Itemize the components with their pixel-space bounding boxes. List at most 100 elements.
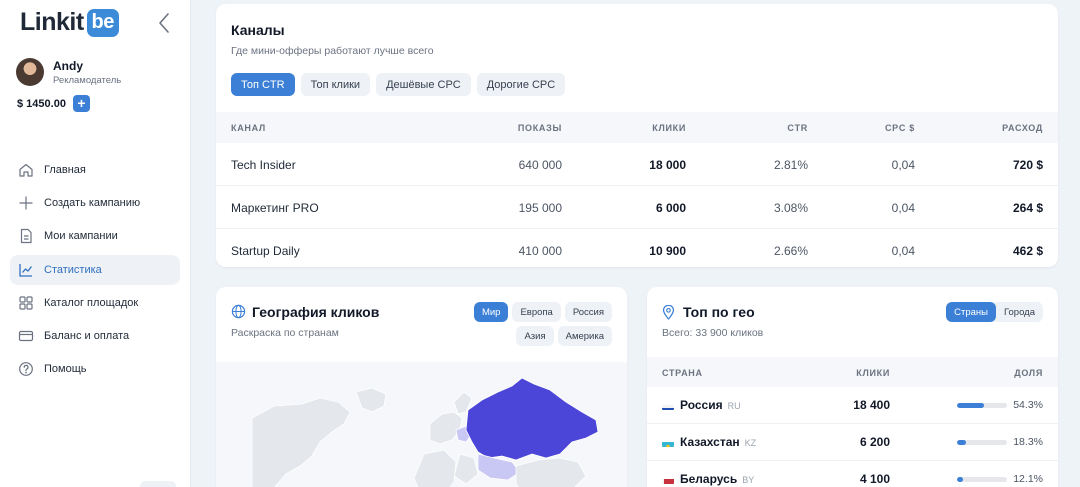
map-region-greenland[interactable] (355, 387, 387, 413)
toggle-cities[interactable]: Города (996, 302, 1043, 322)
clicks-cell: 6 000 (655, 201, 686, 215)
nav-label: Главная (44, 164, 86, 176)
nav-label: Создать кампанию (44, 197, 141, 210)
map-region-middle-east[interactable] (453, 453, 479, 485)
nav-item-help[interactable]: Помощь (10, 354, 180, 384)
toggle-countries[interactable]: Страны (946, 302, 997, 322)
plus-icon (18, 195, 34, 211)
region-tab-russia[interactable]: Россия (564, 302, 612, 322)
cpc-cell: 0,04 (891, 158, 915, 172)
country-code: BY (742, 475, 755, 485)
share-bar-fill (957, 403, 985, 408)
grid-icon (18, 295, 34, 311)
region-tab-asia[interactable]: Азия (516, 326, 554, 346)
user-profile[interactable]: Andy Рекламодатель (16, 58, 121, 86)
map-region-europe[interactable] (429, 411, 463, 445)
top-geo-table-header: СТРАНА КЛИКИ ДОЛЯ (647, 357, 1058, 387)
collapse-sidebar-icon[interactable] (156, 11, 172, 35)
nav-item-balance[interactable]: Баланс и оплата (10, 321, 180, 351)
channel-name: Startup Daily (231, 244, 300, 258)
clicks-cell: 6 200 (859, 435, 890, 449)
nav-item-home[interactable]: Главная (10, 155, 180, 185)
clicks-cell: 18 000 (649, 158, 686, 172)
tab-top-clicks[interactable]: Топ клики (300, 73, 371, 96)
tab-top-ctr[interactable]: Топ CTR (231, 73, 295, 96)
country-name-text: Казахстан (680, 435, 740, 449)
table-row[interactable]: Startup Daily 410 000 10 900 2.66% 0,04 … (216, 229, 1058, 267)
clicks-cell: 4 100 (859, 472, 890, 486)
logo[interactable]: Linkit be (20, 8, 119, 37)
column-header[interactable]: CTR (787, 123, 808, 133)
region-tab-america[interactable]: Америка (557, 326, 612, 346)
country-name: Беларусь BY (680, 472, 754, 486)
balance: $ 1450.00 + (17, 95, 90, 112)
sidebar-footer-control[interactable] (140, 481, 176, 487)
table-row[interactable]: Беларусь BY 4 100 12.1% (647, 461, 1058, 487)
country-name-text: Беларусь (680, 472, 738, 486)
nav-item-catalog[interactable]: Каталог площадок (10, 288, 180, 318)
share-cell: 18.3% (1013, 436, 1043, 448)
share-bar (957, 440, 1007, 445)
column-header[interactable]: РАСХОД (1002, 123, 1043, 133)
map-region-africa[interactable] (413, 449, 457, 487)
pin-icon (662, 305, 675, 320)
table-row[interactable]: Tech Insider 640 000 18 000 2.81% 0,04 7… (216, 143, 1058, 186)
ctr-cell: 3.08% (773, 201, 808, 215)
tab-cheap-cpc[interactable]: Дешёвые CPC (376, 73, 471, 96)
kazakhstan-flag-icon (662, 438, 674, 447)
table-row[interactable]: Маркетинг PRO 195 000 6 000 3.08% 0,04 2… (216, 186, 1058, 229)
card-icon (18, 328, 34, 344)
top-geo-subtitle: Всего: 33 900 кликов (662, 327, 764, 339)
map-region-asia[interactable] (515, 457, 587, 487)
world-map-svg[interactable] (216, 362, 627, 487)
clicks-cell: 10 900 (649, 244, 686, 258)
geo-toggle: Страны Города (946, 302, 1043, 322)
clicks-cell: 18 400 (853, 398, 890, 412)
world-map[interactable] (216, 362, 627, 487)
nav-label: Баланс и оплата (44, 329, 130, 342)
impressions-cell: 640 000 (518, 158, 562, 172)
column-header[interactable]: КЛИКИ (856, 368, 890, 378)
country-name-text: Россия (680, 398, 723, 412)
column-header[interactable]: КАНАЛ (231, 123, 266, 133)
globe-icon (231, 304, 246, 319)
column-header[interactable]: CPC $ (885, 123, 915, 133)
map-region-north-america[interactable] (251, 397, 351, 487)
ctr-cell: 2.66% (773, 244, 808, 258)
nav-label: Каталог площадок (44, 296, 139, 309)
column-header[interactable]: СТРАНА (662, 368, 703, 378)
table-row[interactable]: Россия RU 18 400 54.3% (647, 387, 1058, 424)
cpc-cell: 0,04 (891, 244, 915, 258)
nav-label: Помощь (44, 363, 87, 376)
chart-icon (18, 262, 34, 278)
region-tab-europe[interactable]: Европа (512, 302, 561, 322)
share-bar (957, 477, 1007, 482)
share-cell: 12.1% (1013, 473, 1043, 485)
nav-item-statistics[interactable]: Статистика (10, 254, 180, 285)
nav-label: Мои кампании (44, 230, 118, 243)
table-row[interactable]: Казахстан KZ 6 200 18.3% (647, 424, 1058, 461)
tab-expensive-cpc[interactable]: Дорогие CPC (476, 73, 566, 96)
channels-card: Каналы Где мини-офферы работают лучше вс… (216, 4, 1058, 267)
country-code: RU (727, 401, 741, 411)
russia-flag-icon (662, 401, 674, 410)
add-balance-button[interactable]: + (72, 95, 90, 112)
home-icon (18, 162, 34, 178)
region-tab-world[interactable]: Мир (473, 302, 509, 322)
column-header[interactable]: ПОКАЗЫ (518, 123, 562, 133)
geo-map-subtitle: Раскраска по странам (231, 327, 339, 339)
map-region-russia[interactable] (465, 377, 599, 461)
cpc-cell: 0,04 (891, 201, 915, 215)
share-cell: 54.3% (1013, 399, 1043, 411)
country-name: Казахстан KZ (680, 435, 756, 449)
logo-badge: be (86, 8, 119, 37)
column-header[interactable]: КЛИКИ (652, 123, 686, 133)
nav-item-create-campaign[interactable]: Создать кампанию (10, 188, 180, 218)
document-icon (18, 228, 34, 244)
nav-item-my-campaigns[interactable]: Мои кампании (10, 221, 180, 251)
column-header[interactable]: ДОЛЯ (1014, 368, 1043, 378)
main-nav: Главная Создать кампанию Мои кампании Ст… (10, 155, 180, 387)
geo-map-card: География кликов Раскраска по странам Ми… (216, 287, 627, 487)
spend-cell: 264 $ (1012, 201, 1043, 215)
nav-label: Статистика (44, 263, 102, 276)
